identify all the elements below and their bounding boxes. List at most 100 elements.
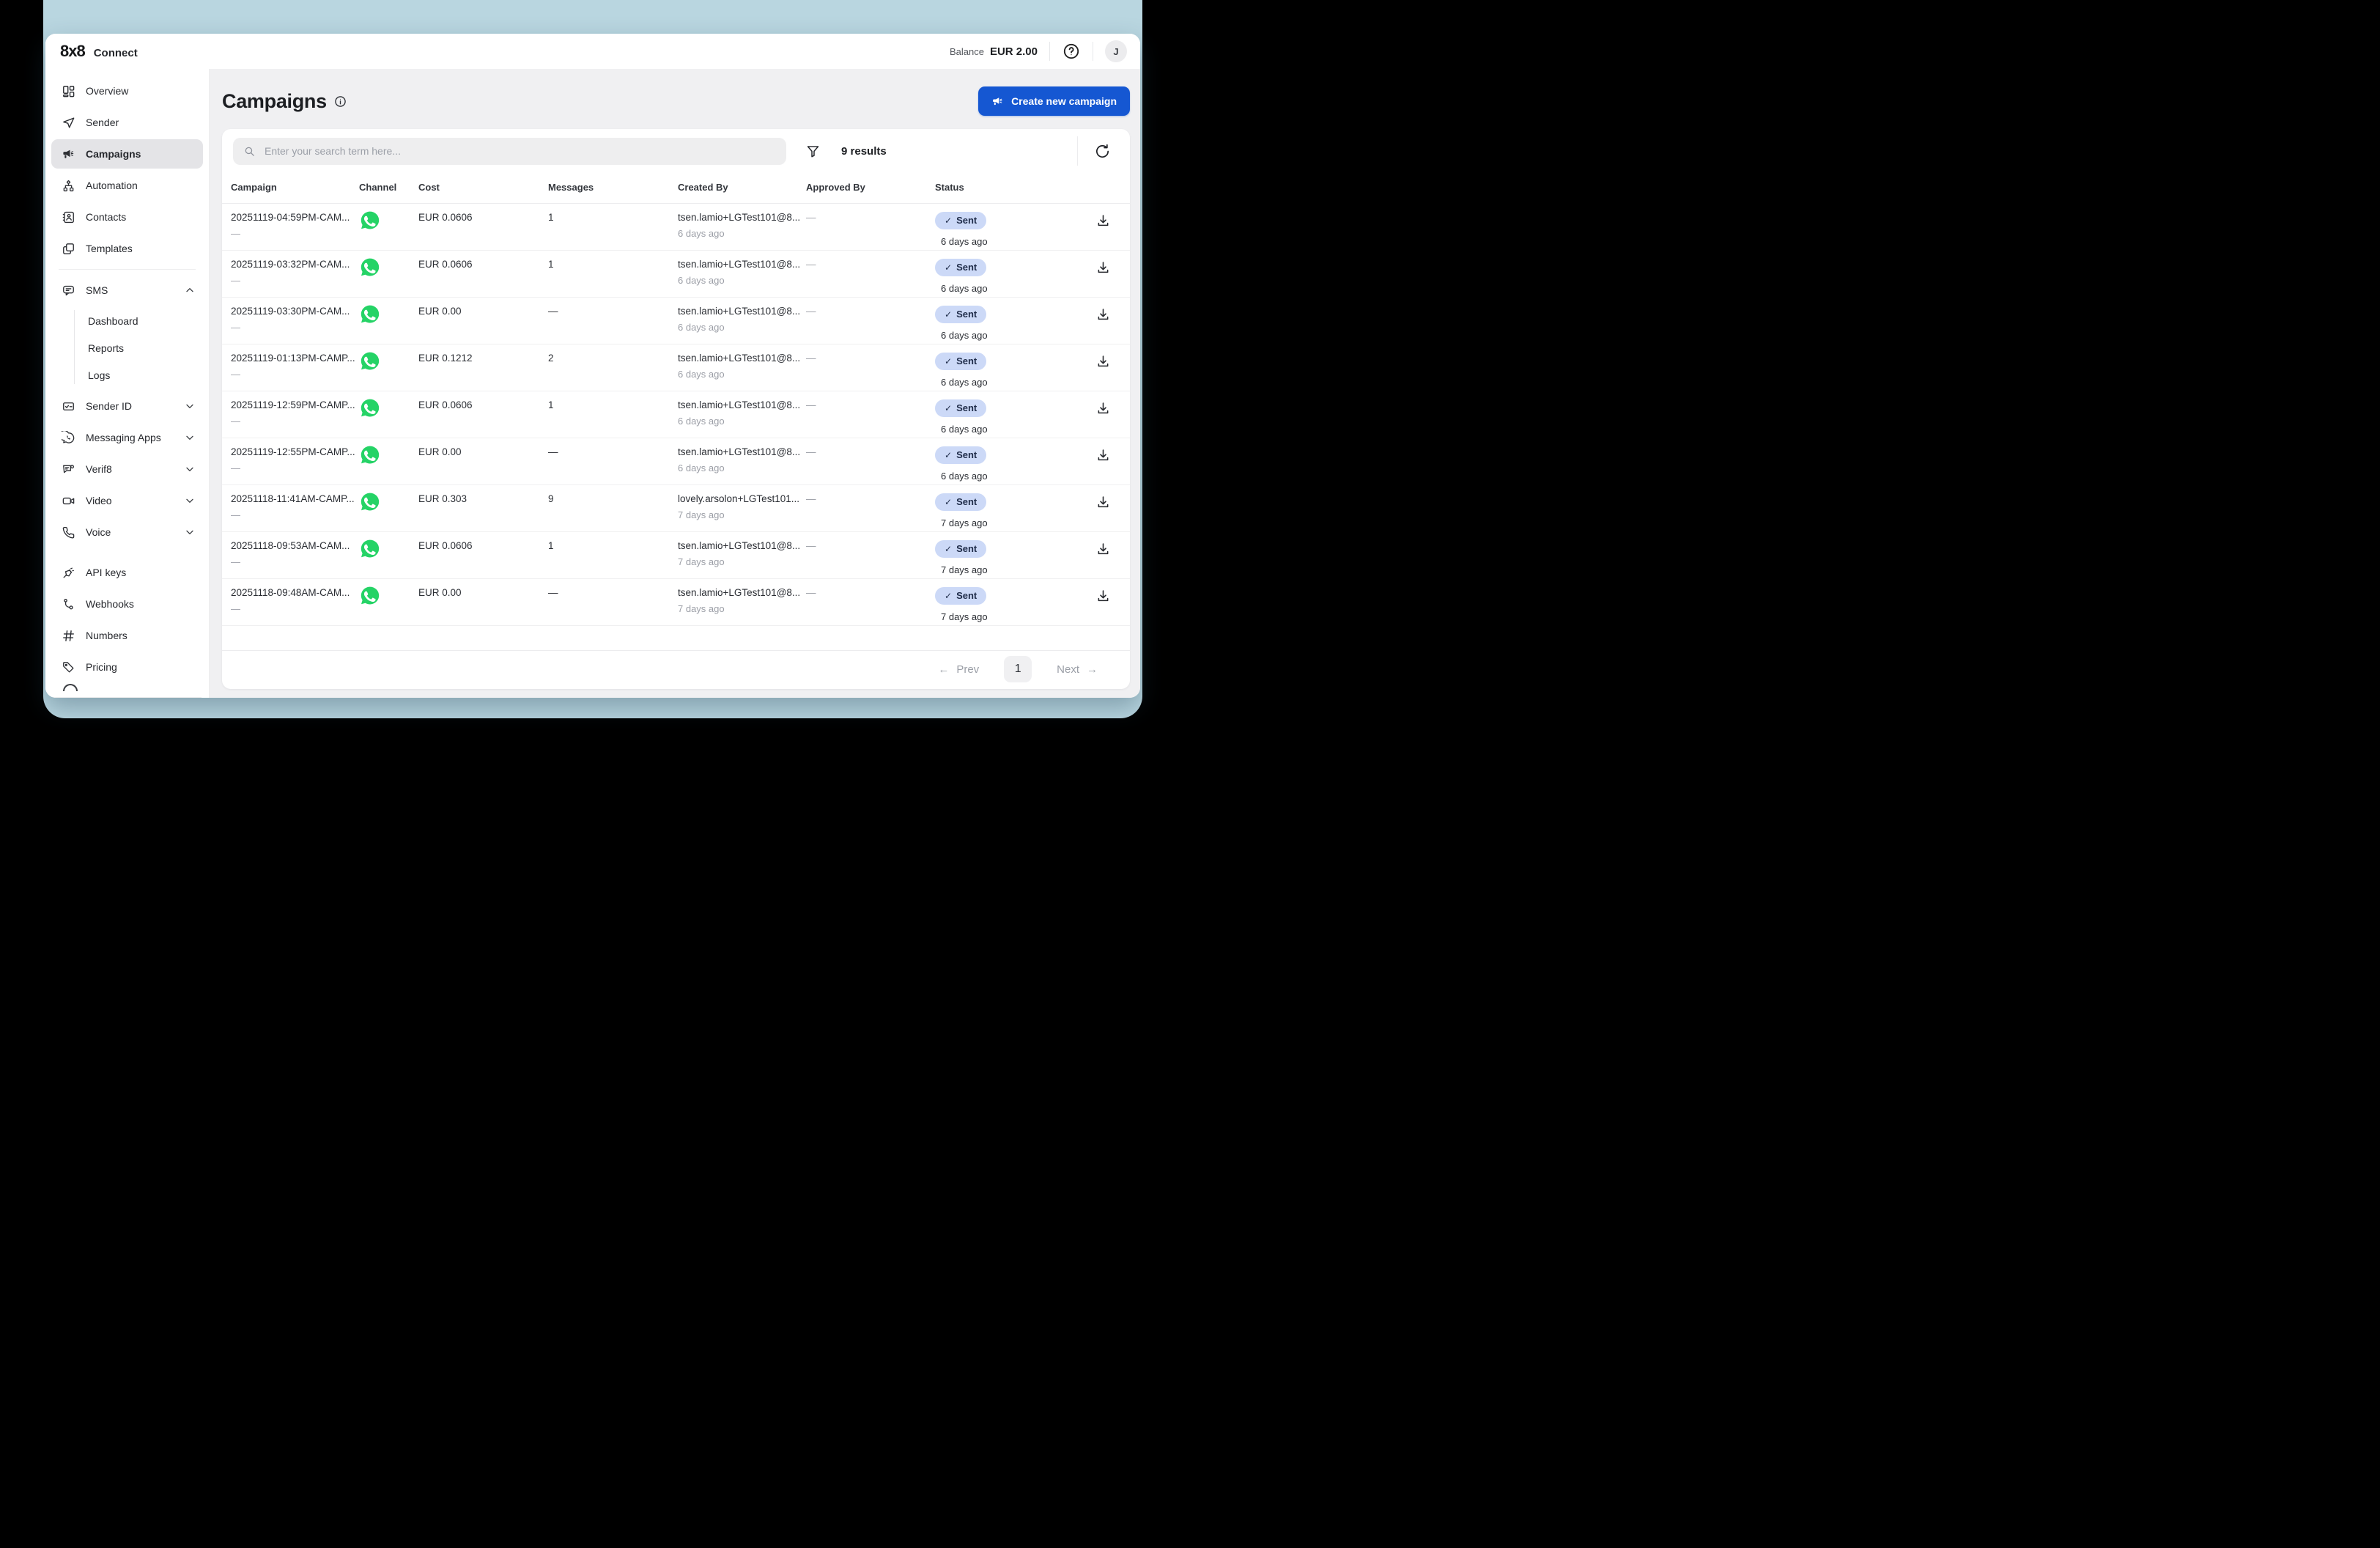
- help-icon[interactable]: [1062, 42, 1081, 61]
- sidebar-item-sms[interactable]: SMS: [51, 276, 203, 305]
- sidebar-item-verif8[interactable]: Verif8: [51, 454, 203, 484]
- search-box[interactable]: [233, 137, 786, 165]
- created-by-cell: tsen.lamio+LGTest101@8... 7 days ago: [678, 587, 801, 614]
- table-row[interactable]: 20251118-09:53AM-CAM... — EUR 0.0606 1 t…: [222, 532, 1130, 579]
- chevron-down-icon: [184, 463, 196, 475]
- table-row[interactable]: 20251118-09:48AM-CAM... — EUR 0.00 — tse…: [222, 579, 1130, 626]
- approved-by-cell: —: [806, 259, 816, 270]
- download-icon[interactable]: [1095, 448, 1111, 463]
- table-row[interactable]: 20251119-01:13PM-CAMP... — EUR 0.1212 2 …: [222, 344, 1130, 391]
- approved-by-cell: —: [806, 446, 816, 457]
- sidebar-item-label: Overview: [86, 85, 129, 97]
- arrow-left-icon: ←: [938, 663, 950, 676]
- prev-page-button[interactable]: ← Prev: [938, 663, 979, 676]
- download-icon[interactable]: [1095, 495, 1111, 510]
- column-header-campaign: Campaign: [231, 182, 277, 193]
- column-header-channel: Channel: [359, 182, 397, 193]
- create-new-campaign-button[interactable]: Create new campaign: [978, 86, 1130, 116]
- sidebar-item-automation[interactable]: Automation: [51, 171, 203, 200]
- status-badge: ✓ Sent: [935, 259, 987, 276]
- product-name: Connect: [93, 47, 138, 59]
- table-row[interactable]: 20251119-04:59PM-CAM... — EUR 0.0606 1 t…: [222, 204, 1130, 251]
- sidebar-item-voice[interactable]: Voice: [51, 517, 203, 547]
- check-icon: ✓: [945, 355, 953, 366]
- sidebar-item-label: Automation: [86, 180, 138, 191]
- info-icon[interactable]: [334, 95, 347, 108]
- sidebar-item-pricing[interactable]: Pricing: [51, 652, 203, 682]
- campaign-cell: 20251119-03:30PM-CAM... —: [231, 306, 350, 333]
- next-page-button[interactable]: Next →: [1057, 663, 1098, 676]
- sidebar-divider: [53, 697, 202, 698]
- table-row[interactable]: 20251119-03:32PM-CAM... — EUR 0.0606 1 t…: [222, 251, 1130, 298]
- download-icon[interactable]: [1095, 260, 1111, 276]
- campaign-cell: 20251119-12:59PM-CAMP... —: [231, 399, 355, 427]
- check-icon: ✓: [945, 262, 953, 273]
- sidebar-item-video[interactable]: Video: [51, 486, 203, 515]
- sidebar-item-label: Verif8: [86, 463, 112, 475]
- tree-guide-line: [74, 310, 75, 384]
- pagination: ← Prev 1 Next →: [222, 650, 1130, 689]
- sidebar-item-overview[interactable]: Overview: [51, 76, 203, 106]
- table-row[interactable]: 20251119-12:55PM-CAMP... — EUR 0.00 — ts…: [222, 438, 1130, 485]
- create-button-label: Create new campaign: [1011, 95, 1117, 107]
- filter-funnel-icon[interactable]: [805, 144, 821, 159]
- approved-by-cell: —: [806, 493, 816, 504]
- sidebar-item-campaigns[interactable]: Campaigns: [51, 139, 203, 169]
- divider: [1049, 42, 1050, 61]
- chat-person-icon: [62, 462, 75, 476]
- sidebar-item-label: Sender ID: [86, 400, 133, 412]
- sidebar-item-numbers[interactable]: Numbers: [51, 621, 203, 650]
- table-body: 20251119-04:59PM-CAM... — EUR 0.0606 1 t…: [222, 204, 1130, 626]
- sidebar-item-api-keys[interactable]: API keys: [51, 558, 203, 587]
- status-cell: ✓ Sent 7 days ago: [935, 540, 1068, 575]
- status-badge: ✓ Sent: [935, 306, 987, 323]
- messages-cell: 9: [548, 493, 554, 504]
- balance-value: EUR 2.00: [989, 45, 1038, 58]
- paper-plane-icon: [62, 116, 75, 130]
- chevron-down-icon: [184, 495, 196, 506]
- download-icon[interactable]: [1095, 354, 1111, 369]
- created-by-cell: tsen.lamio+LGTest101@8... 6 days ago: [678, 259, 801, 286]
- check-icon: ✓: [945, 215, 953, 226]
- status-cell: ✓ Sent 7 days ago: [935, 587, 1068, 622]
- user-avatar[interactable]: J: [1105, 40, 1127, 62]
- sidebar-item-contacts[interactable]: Contacts: [51, 202, 203, 232]
- cost-cell: EUR 0.303: [418, 493, 468, 504]
- search-input[interactable]: [263, 144, 776, 158]
- status-cell: ✓ Sent 6 days ago: [935, 259, 1068, 294]
- status-cell: ✓ Sent 6 days ago: [935, 212, 1068, 247]
- download-icon[interactable]: [1095, 542, 1111, 557]
- megaphone-icon: [62, 147, 75, 161]
- hash-icon: [62, 629, 75, 643]
- check-icon: ✓: [945, 543, 953, 554]
- column-header-status: Status: [935, 182, 964, 193]
- download-icon[interactable]: [1095, 589, 1111, 604]
- cost-cell: EUR 0.0606: [418, 399, 473, 410]
- download-icon[interactable]: [1095, 307, 1111, 322]
- status-cell: ✓ Sent 6 days ago: [935, 306, 1068, 341]
- created-by-cell: tsen.lamio+LGTest101@8... 6 days ago: [678, 446, 801, 473]
- sidebar-item-messaging-apps[interactable]: Messaging Apps: [51, 423, 203, 452]
- current-page-button[interactable]: 1: [1004, 656, 1032, 682]
- refresh-icon[interactable]: [1094, 143, 1111, 160]
- table-row[interactable]: 20251118-11:41AM-CAMP... — EUR 0.303 9 l…: [222, 485, 1130, 532]
- sidebar-item-webhooks[interactable]: Webhooks: [51, 589, 203, 619]
- download-icon[interactable]: [1095, 401, 1111, 416]
- download-icon[interactable]: [1095, 213, 1111, 229]
- sidebar-item-sender[interactable]: Sender: [51, 108, 203, 137]
- copy-icon: [62, 242, 75, 256]
- sidebar-item-label: Messaging Apps: [86, 432, 161, 443]
- desktop: 8x8 Connect Balance EUR 2.00 J Overview …: [0, 0, 1190, 774]
- table-row[interactable]: 20251119-12:59PM-CAMP... — EUR 0.0606 1 …: [222, 391, 1130, 438]
- created-by-cell: tsen.lamio+LGTest101@8... 6 days ago: [678, 306, 801, 333]
- created-by-cell: tsen.lamio+LGTest101@8... 7 days ago: [678, 540, 801, 567]
- sidebar-item-label: SMS: [86, 284, 108, 296]
- table-row[interactable]: 20251119-03:30PM-CAM... — EUR 0.00 — tse…: [222, 298, 1130, 344]
- sidebar-item-label: API keys: [86, 567, 127, 578]
- campaign-cell: 20251119-04:59PM-CAM... —: [231, 212, 350, 239]
- messages-cell: 1: [548, 540, 554, 551]
- sidebar-item-sender-id[interactable]: Sender ID: [51, 391, 203, 421]
- created-by-cell: tsen.lamio+LGTest101@8... 6 days ago: [678, 399, 801, 427]
- sidebar-item-templates[interactable]: Templates: [51, 234, 203, 263]
- phone-icon: [62, 526, 75, 539]
